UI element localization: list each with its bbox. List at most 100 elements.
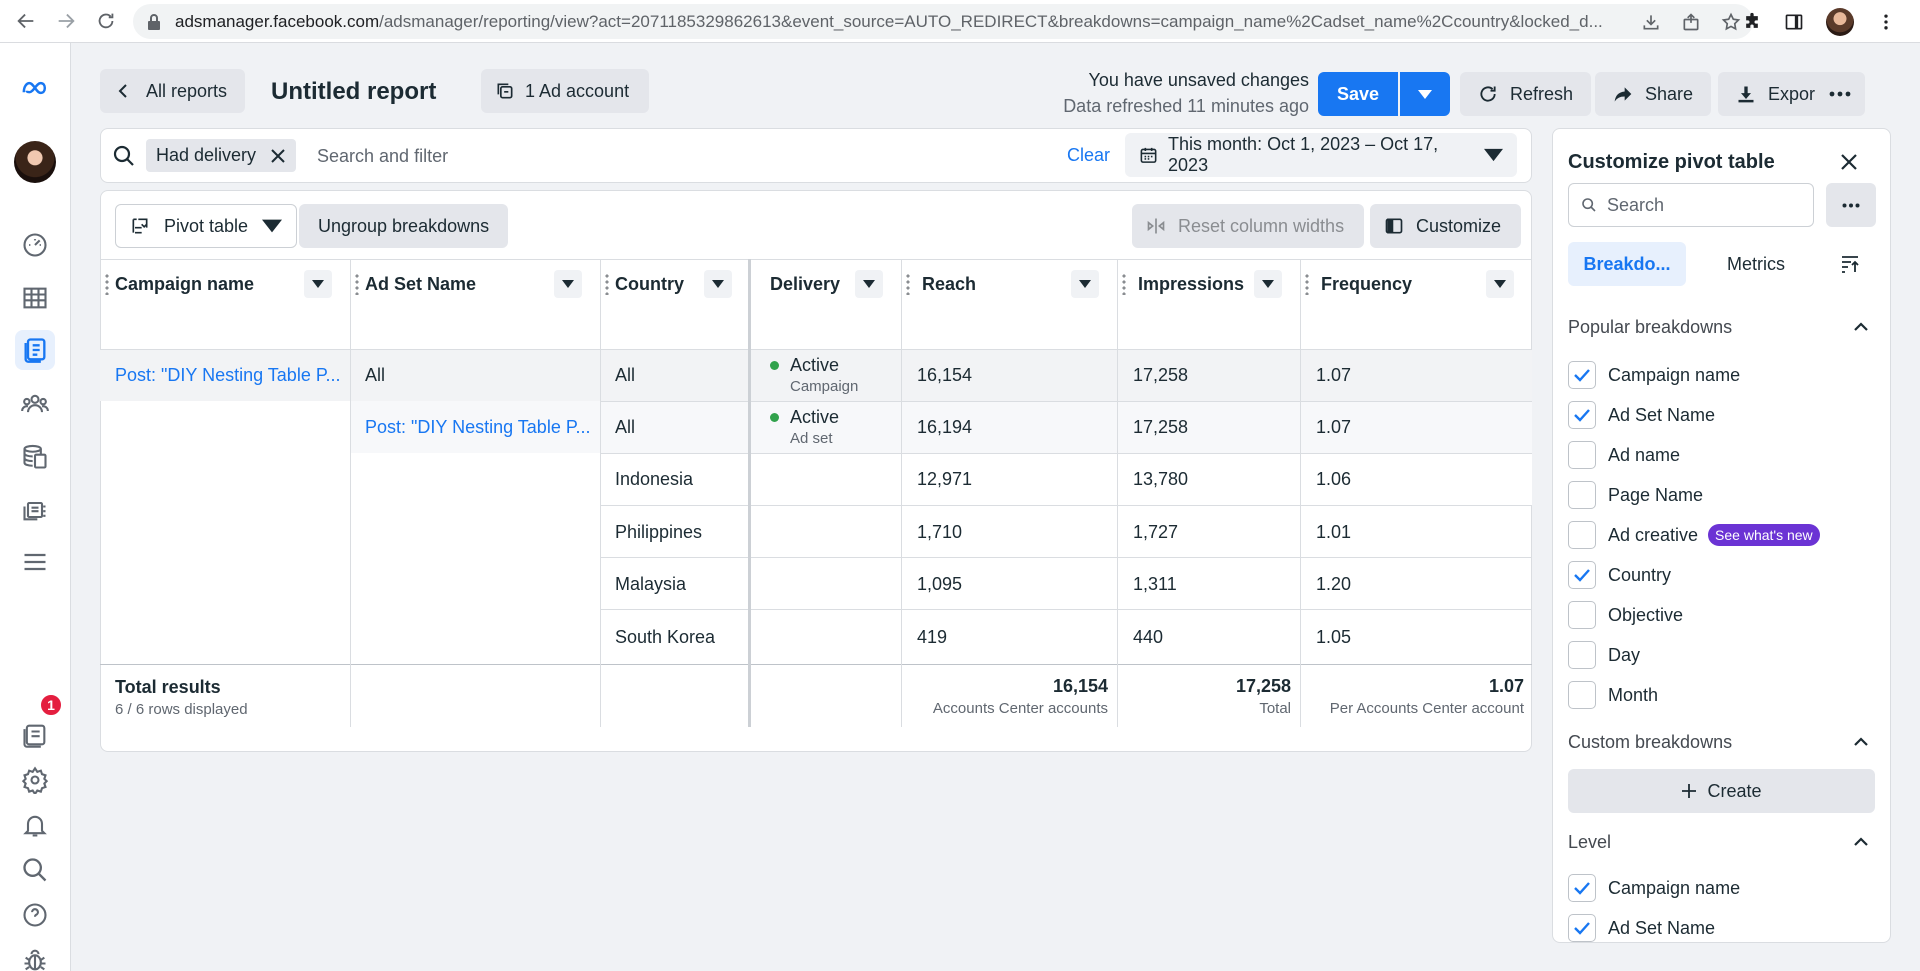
checkbox-checked[interactable] [1568, 401, 1596, 429]
panel-search-input[interactable] [1607, 194, 1797, 216]
column-menu-button[interactable] [704, 270, 732, 298]
address-bar[interactable]: adsmanager.facebook.com/adsmanager/repor… [133, 4, 1753, 39]
audiences-icon[interactable] [15, 384, 55, 424]
checkbox-checked[interactable] [1568, 914, 1596, 942]
column-header-reach[interactable]: Reach [901, 259, 1117, 349]
reset-column-widths-button[interactable]: Reset column widths [1132, 204, 1365, 248]
close-icon[interactable] [1838, 151, 1860, 173]
drag-handle-icon[interactable] [1122, 273, 1126, 295]
breakdown-option[interactable]: Ad name [1568, 440, 1680, 470]
column-menu-button[interactable] [1071, 270, 1099, 298]
checkbox-checked[interactable] [1568, 874, 1596, 902]
breakdown-option[interactable]: Month [1568, 680, 1658, 710]
all-tools-menu-icon[interactable] [15, 542, 55, 582]
customize-button[interactable]: Customize [1370, 204, 1522, 248]
filter-chip-had-delivery[interactable]: Had delivery [146, 139, 297, 172]
column-header-impressions[interactable]: Impressions [1117, 259, 1300, 349]
browser-profile-avatar[interactable] [1826, 7, 1854, 36]
ads-library-icon[interactable] [15, 490, 55, 530]
bookmark-star-icon[interactable] [1721, 12, 1741, 32]
search-filter-input[interactable] [317, 141, 1017, 171]
refresh-button[interactable]: Refresh [1460, 72, 1592, 116]
checkbox-unchecked[interactable] [1568, 481, 1596, 509]
drag-handle-icon[interactable] [355, 273, 359, 295]
tab-breakdowns[interactable]: Breakdo... [1568, 242, 1686, 286]
ungroup-breakdowns-button[interactable]: Ungroup breakdowns [299, 204, 509, 248]
breakdown-option[interactable]: Ad creative See what's new [1568, 520, 1820, 550]
column-menu-button[interactable] [855, 270, 883, 298]
column-header-frequency[interactable]: Frequency [1300, 259, 1532, 349]
bug-report-icon[interactable] [15, 940, 55, 971]
checkbox-unchecked[interactable] [1568, 641, 1596, 669]
side-panel-icon[interactable] [1784, 12, 1804, 32]
tab-metrics[interactable]: Metrics [1696, 242, 1816, 286]
browser-menu-icon[interactable] [1876, 12, 1896, 32]
drag-handle-icon[interactable] [906, 273, 910, 295]
clear-filters-link[interactable]: Clear [1067, 145, 1110, 166]
level-option[interactable]: Campaign name [1568, 873, 1740, 903]
see-whats-new-badge[interactable]: See what's new [1708, 524, 1820, 546]
column-header-campaign-name[interactable]: Campaign name [100, 259, 350, 349]
extensions-icon[interactable] [1742, 12, 1762, 32]
breakdown-option[interactable]: Country [1568, 560, 1671, 590]
breakdown-option[interactable]: Objective [1568, 600, 1683, 630]
level-option[interactable]: Ad Set Name [1568, 913, 1715, 942]
billing-stack-icon[interactable] [15, 437, 55, 477]
checkbox-checked[interactable] [1568, 561, 1596, 589]
breakdown-option[interactable]: Ad Set Name [1568, 400, 1715, 430]
reports-icon[interactable] [15, 330, 55, 370]
column-menu-button[interactable] [554, 270, 582, 298]
dashboard-gauge-icon[interactable] [15, 225, 55, 265]
pivot-table-dropdown[interactable]: Pivot table [115, 204, 298, 248]
panel-more-button[interactable] [1826, 183, 1876, 227]
date-range-picker[interactable]: This month: Oct 1, 2023 – Oct 17, 2023 [1125, 133, 1517, 177]
search-icon[interactable] [15, 850, 55, 890]
reach-cell: 16,194 [917, 417, 973, 437]
checkbox-unchecked[interactable] [1568, 521, 1596, 549]
save-dropdown-button[interactable] [1400, 72, 1450, 116]
chevron-up-icon[interactable] [1853, 322, 1869, 332]
bell-icon[interactable] [15, 805, 55, 845]
checkbox-checked[interactable] [1568, 361, 1596, 389]
column-menu-button[interactable] [1486, 270, 1514, 298]
settings-gear-icon[interactable] [15, 760, 55, 800]
save-button[interactable]: Save [1318, 72, 1398, 116]
account-avatar[interactable] [14, 141, 56, 183]
breakdown-option[interactable]: Page Name [1568, 480, 1703, 510]
panel-search[interactable] [1568, 183, 1814, 227]
chevron-up-icon[interactable] [1853, 837, 1869, 847]
column-header-ad-set-name[interactable]: Ad Set Name [350, 259, 600, 349]
back-arrow-icon[interactable] [8, 3, 44, 39]
meta-logo-icon[interactable] [15, 68, 55, 108]
drag-handle-icon[interactable] [605, 273, 609, 295]
drag-handle-icon[interactable] [105, 273, 109, 295]
adset-name-link[interactable]: Post: "DIY Nesting Table P... [365, 417, 591, 438]
ad-account-button[interactable]: 1 Ad account [481, 69, 650, 113]
campaigns-table-icon[interactable] [15, 278, 55, 318]
all-reports-button[interactable]: All reports [100, 69, 246, 113]
help-icon[interactable] [15, 895, 55, 935]
more-options-button[interactable] [1815, 72, 1865, 116]
share-page-icon[interactable] [1681, 12, 1701, 32]
share-button[interactable]: Share [1595, 72, 1712, 116]
column-menu-button[interactable] [1254, 270, 1282, 298]
breakdown-option[interactable]: Day [1568, 640, 1640, 670]
forward-arrow-icon[interactable] [48, 3, 84, 39]
chevron-up-icon[interactable] [1853, 737, 1869, 747]
reload-icon[interactable] [88, 3, 124, 39]
column-header-country[interactable]: Country [600, 259, 748, 349]
create-breakdown-button[interactable]: Create [1568, 769, 1875, 813]
close-icon[interactable] [270, 148, 286, 164]
sort-icon[interactable] [1839, 253, 1861, 275]
notifications-list-icon[interactable] [15, 715, 55, 755]
drag-handle-icon[interactable] [1305, 273, 1309, 295]
breakdown-option[interactable]: Campaign name [1568, 360, 1740, 390]
report-title[interactable]: Untitled report [271, 78, 436, 106]
checkbox-unchecked[interactable] [1568, 441, 1596, 469]
checkbox-unchecked[interactable] [1568, 601, 1596, 629]
column-header-delivery[interactable]: Delivery [751, 259, 901, 349]
checkbox-unchecked[interactable] [1568, 681, 1596, 709]
campaign-name-link[interactable]: Post: "DIY Nesting Table P... [115, 365, 341, 386]
install-icon[interactable] [1641, 12, 1661, 32]
column-menu-button[interactable] [304, 270, 332, 298]
